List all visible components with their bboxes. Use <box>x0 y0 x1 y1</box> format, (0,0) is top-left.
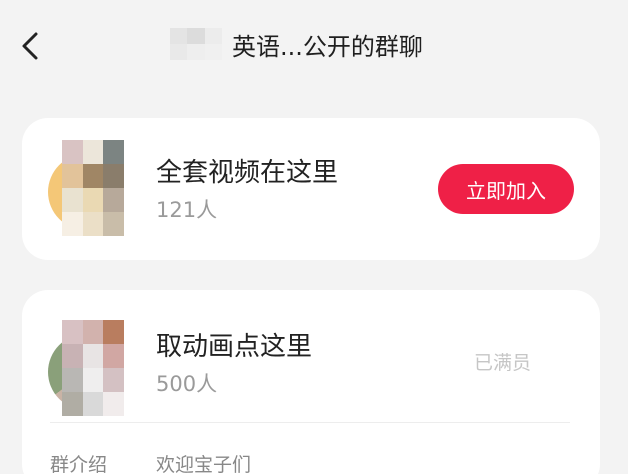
mosaic-cell <box>62 212 83 236</box>
chevron-left-icon <box>22 32 38 60</box>
mosaic-cell <box>82 392 104 416</box>
mosaic-cell <box>103 164 124 188</box>
member-count: 500人 <box>156 372 218 396</box>
page-title-text: 英语...公开的群聊 <box>232 32 423 61</box>
mosaic-cell <box>62 392 83 416</box>
divider <box>50 422 570 423</box>
group-card[interactable]: 全套视频在这里 121人 立即加入 <box>22 118 600 260</box>
mosaic-cell <box>62 164 83 188</box>
mosaic-cell <box>62 344 83 368</box>
mosaic-cell <box>82 344 104 368</box>
avatar-mosaic <box>62 320 124 416</box>
mosaic-cell <box>82 368 104 392</box>
mosaic-cell <box>62 140 83 164</box>
group-card[interactable]: 取动画点这里 500人 已满员 群介绍 欢迎宝子们 <box>22 290 600 474</box>
mosaic-cell <box>82 164 104 188</box>
mosaic-cell <box>62 368 83 392</box>
mosaic-cell <box>103 140 124 164</box>
group-avatar <box>48 140 124 236</box>
group-intro-label: 群介绍 <box>50 454 108 474</box>
group-intro-text: 欢迎宝子们 <box>156 454 252 474</box>
mosaic-cell <box>82 320 104 344</box>
mosaic-cell <box>62 320 83 344</box>
back-button[interactable] <box>16 28 48 64</box>
mosaic-cell <box>103 188 124 212</box>
top-navigation-bar: 英语...公开的群聊 <box>0 0 628 92</box>
page-title: 英语...公开的群聊 <box>170 22 423 66</box>
avatar-mosaic <box>62 140 124 236</box>
mosaic-cell <box>103 344 124 368</box>
member-count: 121人 <box>156 198 218 222</box>
group-name: 取动画点这里 <box>156 332 313 362</box>
redacted-title-prefix <box>170 28 222 60</box>
group-avatar <box>48 320 124 416</box>
mosaic-cell <box>103 212 124 236</box>
mosaic-cell <box>62 188 83 212</box>
mosaic-cell <box>82 212 104 236</box>
mosaic-cell <box>103 320 124 344</box>
mosaic-cell <box>103 392 124 416</box>
group-name: 全套视频在这里 <box>156 158 339 188</box>
mosaic-cell <box>103 368 124 392</box>
join-now-button[interactable]: 立即加入 <box>438 164 574 214</box>
mosaic-cell <box>82 188 104 212</box>
group-full-status: 已满员 <box>474 352 532 374</box>
mosaic-cell <box>82 140 104 164</box>
